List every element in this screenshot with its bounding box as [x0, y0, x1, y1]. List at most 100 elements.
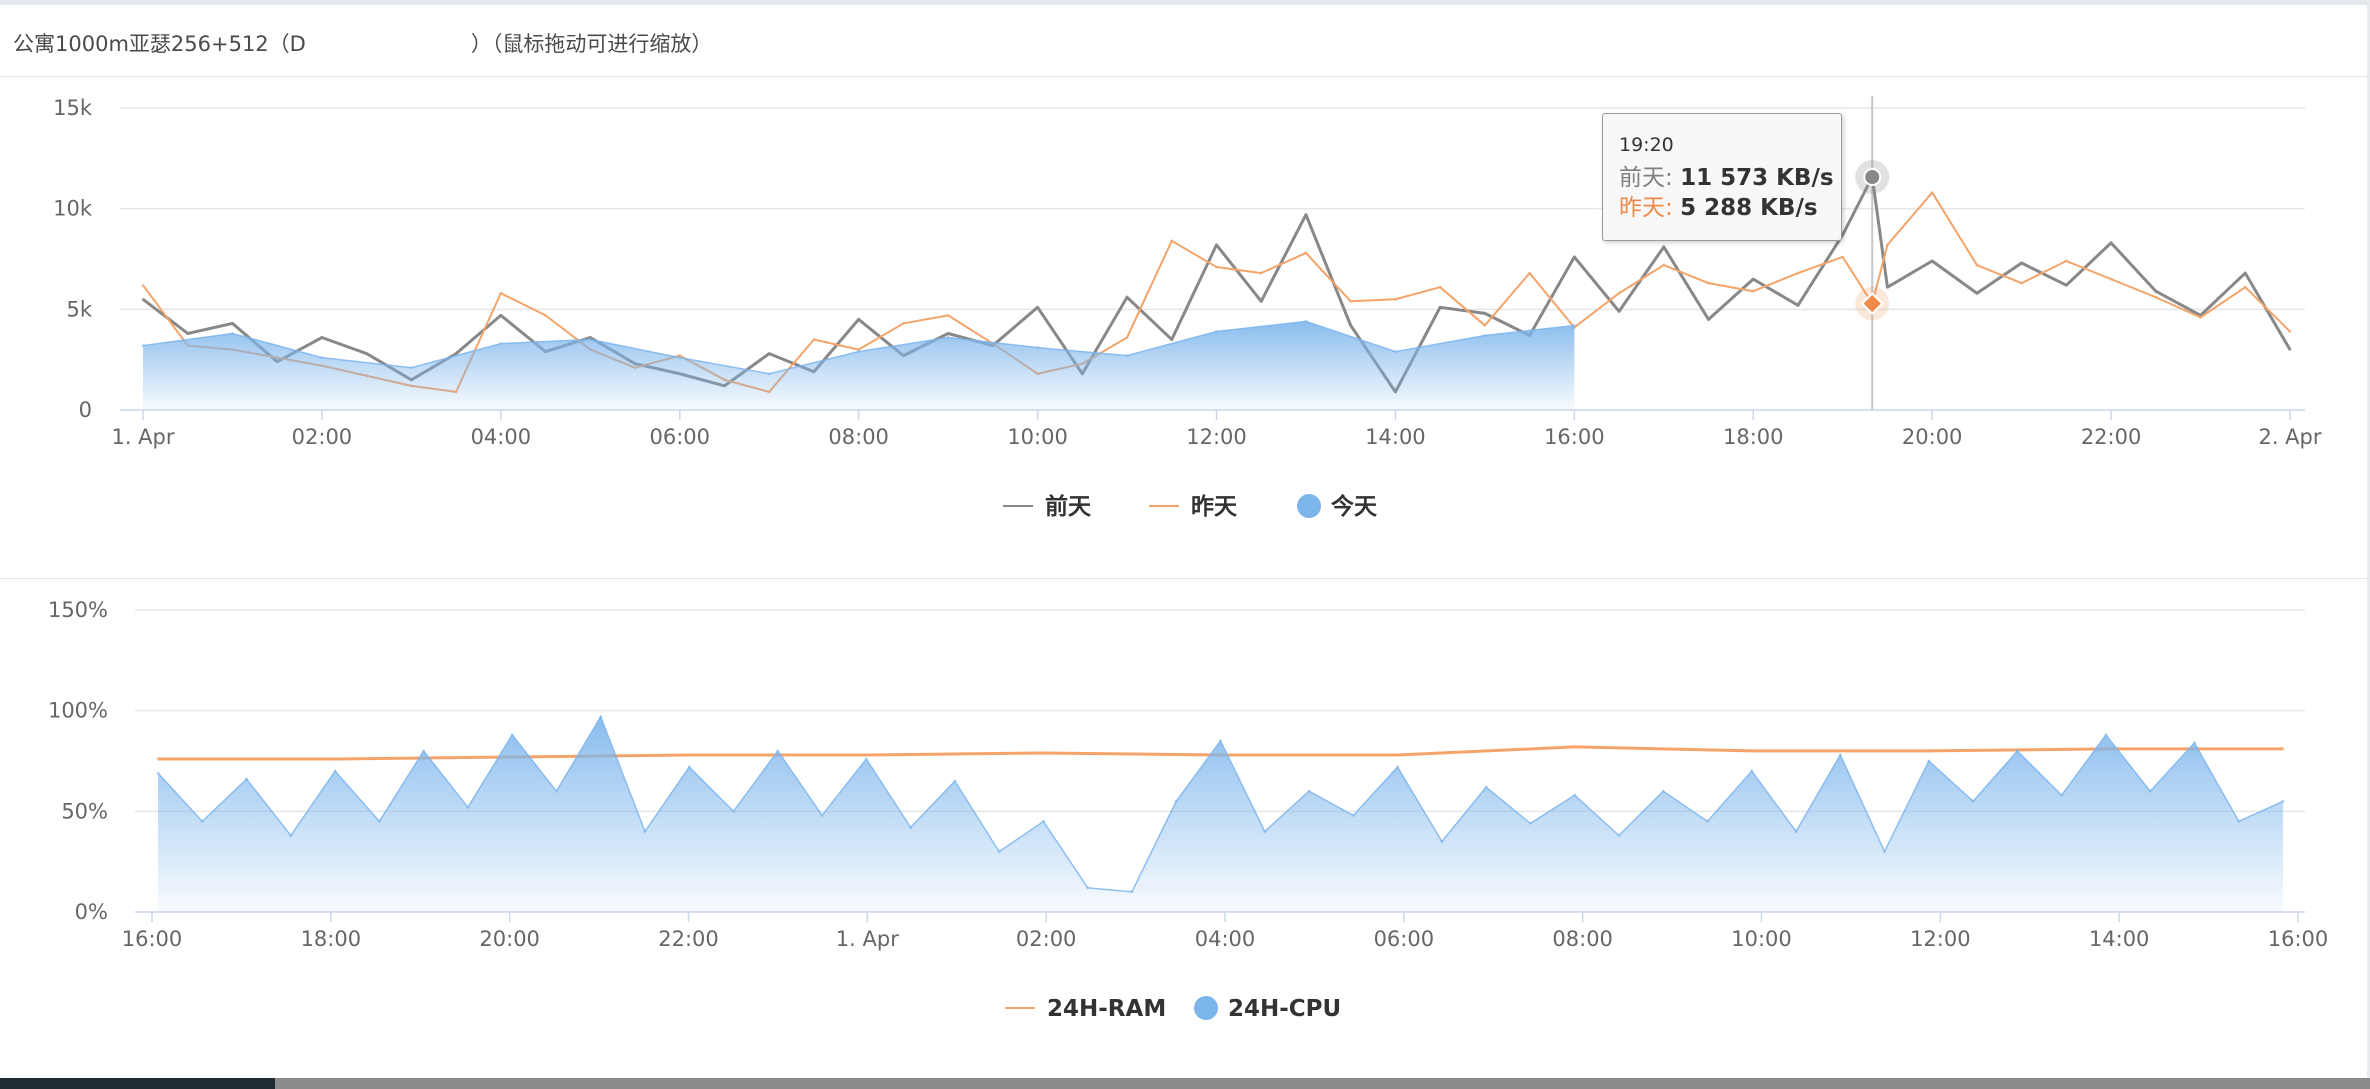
hover-marker-day-before: [1863, 167, 1882, 186]
y-tick-label: 0: [79, 398, 92, 422]
data-point: [767, 372, 771, 376]
data-point: [1219, 739, 1222, 743]
data-point: [946, 331, 950, 335]
data-point: [1528, 271, 1532, 275]
data-point: [1396, 753, 1400, 757]
data-point: [1041, 819, 1045, 823]
data-point: [544, 313, 548, 317]
data-point: [510, 733, 514, 737]
data-point: [1796, 303, 1800, 307]
data-point: [2015, 749, 2019, 753]
data-point: [230, 331, 234, 335]
data-point: [776, 749, 780, 753]
data-point: [1041, 751, 1045, 755]
legend-label: 24H-RAM: [1047, 996, 1166, 1022]
data-point: [1174, 799, 1178, 803]
data-point: [2199, 315, 2203, 319]
data-point: [820, 813, 824, 817]
data-point: [1796, 271, 1800, 275]
data-point: [732, 809, 736, 813]
data-point: [2064, 283, 2068, 287]
data-point: [1573, 745, 1577, 749]
data-point: [333, 769, 337, 773]
x-tick-label: 20:00: [479, 927, 540, 951]
data-point: [377, 819, 381, 823]
data-point: [2020, 281, 2024, 285]
x-tick-label: 18:00: [1723, 425, 1784, 449]
panel-title-suffix: ）（鼠标拖动可进行缩放）: [470, 32, 713, 56]
data-point: [1259, 271, 1263, 275]
data-point: [2109, 277, 2113, 281]
data-point: [1707, 281, 1711, 285]
title-divider: [0, 76, 2370, 77]
x-tick-label: 1. Apr: [111, 425, 174, 449]
data-point: [2192, 741, 2196, 745]
data-point: [1215, 265, 1218, 269]
legend-item-0[interactable]: 24H-RAM: [1005, 996, 1166, 1022]
legend-item-1[interactable]: 昨天: [1149, 493, 1238, 520]
resource-chart[interactable]: 0% 50% 100% 150% 16:00 18:00 20:00 22:00 1. Apr 0…: [0, 582, 2370, 1062]
legend-item-0[interactable]: 前天: [1003, 493, 1092, 520]
data-point: [156, 757, 160, 761]
legend-item-2[interactable]: 今天: [1297, 493, 1378, 520]
tooltip-row-day-before: 前天: 11 573 KB/s: [1619, 165, 1834, 191]
data-point: [499, 313, 503, 317]
tooltip-series-name: 昨天: [1619, 195, 1665, 221]
data-point: [1885, 285, 1889, 289]
data-point: [643, 829, 647, 833]
data-point: [1751, 289, 1755, 293]
data-point: [946, 336, 950, 340]
x-tick-label: 08:00: [1552, 927, 1613, 951]
data-point: [245, 777, 249, 781]
data-point: [1483, 323, 1487, 327]
data-point: [812, 338, 816, 342]
data-point: [1304, 319, 1308, 323]
tooltip-time: 19:20: [1619, 134, 1674, 156]
panel-title: 公寓1000m亚瑟256+512（D ）（鼠标拖动可进行缩放）: [13, 28, 712, 58]
data-point: [1927, 749, 1931, 753]
data-point: [409, 366, 413, 370]
tooltip-row-yesterday: 昨天: 5 288 KB/s: [1619, 195, 1818, 221]
data-point: [1393, 297, 1397, 301]
data-point: [1440, 840, 1444, 844]
data-point: [1170, 338, 1174, 342]
horizontal-scrollbar[interactable]: [0, 1078, 2370, 1089]
legend-label: 今天: [1331, 493, 1378, 520]
data-point: [687, 753, 691, 757]
data-point: [141, 297, 145, 301]
data-point: [1215, 329, 1218, 333]
data-point: [2154, 289, 2158, 293]
data-point: [1750, 749, 1754, 753]
x-tick-label: 02:00: [1016, 927, 1077, 951]
data-point: [1841, 255, 1845, 259]
data-point: [2020, 261, 2024, 265]
data-point: [1705, 819, 1709, 823]
data-point: [997, 850, 1001, 854]
data-point: [1707, 317, 1711, 321]
data-point: [1975, 263, 1979, 267]
data-point: [499, 291, 503, 295]
data-point: [2060, 793, 2064, 797]
scrollbar-thumb[interactable]: [0, 1078, 275, 1089]
x-tick-label: 16:00: [2268, 927, 2329, 951]
x-tick-label: 10:00: [1731, 927, 1792, 951]
x-tick-label: 02:00: [292, 425, 353, 449]
x-tick-label: 22:00: [2081, 425, 2142, 449]
data-point: [1349, 323, 1353, 327]
data-point: [2243, 285, 2247, 289]
x-tick-label: 04:00: [1195, 927, 1256, 951]
data-point: [422, 749, 426, 753]
data-point: [909, 825, 913, 829]
data-point: [1838, 753, 1842, 757]
legend-item-1[interactable]: 24H-CPU: [1194, 996, 1341, 1022]
x-tick-label: 12:00: [1186, 425, 1247, 449]
traffic-chart[interactable]: 0 5k 10k 15k 1. Apr 02:00 04:00 06:00 08:00 10:00…: [0, 80, 2370, 560]
data-point: [588, 338, 592, 342]
data-point: [857, 317, 861, 321]
data-point: [289, 833, 293, 837]
x-tick-label: 16:00: [122, 927, 183, 951]
data-point: [1662, 263, 1666, 267]
data-point: [141, 283, 145, 287]
x-tick-label: 08:00: [828, 425, 889, 449]
x-tick-label: 20:00: [1902, 425, 1963, 449]
